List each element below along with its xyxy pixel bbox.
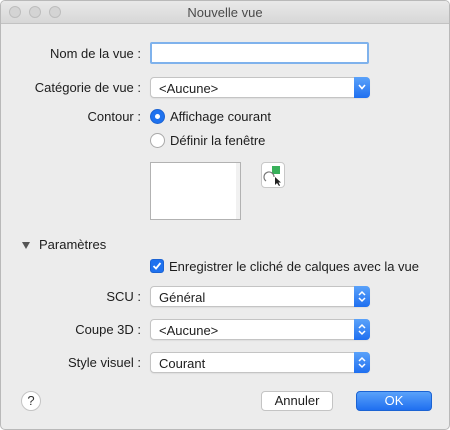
current-display-label: Affichage courant	[170, 109, 271, 124]
new-view-dialog: Nouvelle vue Nom de la vue : Catégorie d…	[0, 0, 450, 430]
disclosure-triangle-icon[interactable]	[22, 242, 30, 250]
cancel-button[interactable]: Annuler	[261, 391, 333, 411]
up-down-arrows-icon	[354, 319, 370, 340]
section3d-select[interactable]: <Aucune>	[150, 319, 370, 340]
ucs-label: SCU :	[106, 289, 141, 304]
radio-unselected-icon[interactable]	[150, 133, 165, 148]
radio-selected-icon[interactable]	[150, 109, 165, 124]
settings-disclosure[interactable]: Paramètres	[22, 237, 106, 252]
visual-style-label: Style visuel :	[68, 355, 141, 370]
checkmark-icon[interactable]	[150, 259, 164, 273]
ucs-value: Général	[159, 290, 206, 305]
help-button[interactable]: ?	[21, 391, 41, 411]
view-category-select[interactable]: <Aucune>	[150, 77, 370, 98]
visual-style-value: Courant	[159, 356, 206, 371]
section3d-label: Coupe 3D :	[75, 322, 141, 337]
window-title: Nouvelle vue	[187, 5, 263, 20]
ok-button[interactable]: OK	[356, 391, 432, 411]
pick-window-icon	[263, 166, 281, 186]
settings-label: Paramètres	[39, 237, 107, 252]
up-down-arrows-icon	[354, 286, 370, 307]
view-name-input[interactable]	[150, 42, 369, 64]
up-down-arrows-icon	[354, 352, 370, 373]
define-window-label: Définir la fenêtre	[170, 133, 266, 148]
visual-style-select[interactable]: Courant	[150, 352, 370, 373]
title-bar: Nouvelle vue	[1, 1, 449, 24]
chevron-down-icon	[354, 77, 370, 98]
view-name-label: Nom de la vue :	[49, 46, 141, 61]
view-category-value: <Aucune>	[159, 81, 219, 96]
pick-window-button[interactable]	[261, 162, 285, 188]
boundary-label: Contour :	[87, 109, 141, 124]
view-preview	[150, 162, 241, 220]
view-category-label: Catégorie de vue :	[34, 80, 141, 95]
save-layer-snapshot-label: Enregistrer le cliché de calques avec la…	[169, 259, 420, 274]
ucs-select[interactable]: Général	[150, 286, 370, 307]
section3d-value: <Aucune>	[159, 323, 219, 338]
